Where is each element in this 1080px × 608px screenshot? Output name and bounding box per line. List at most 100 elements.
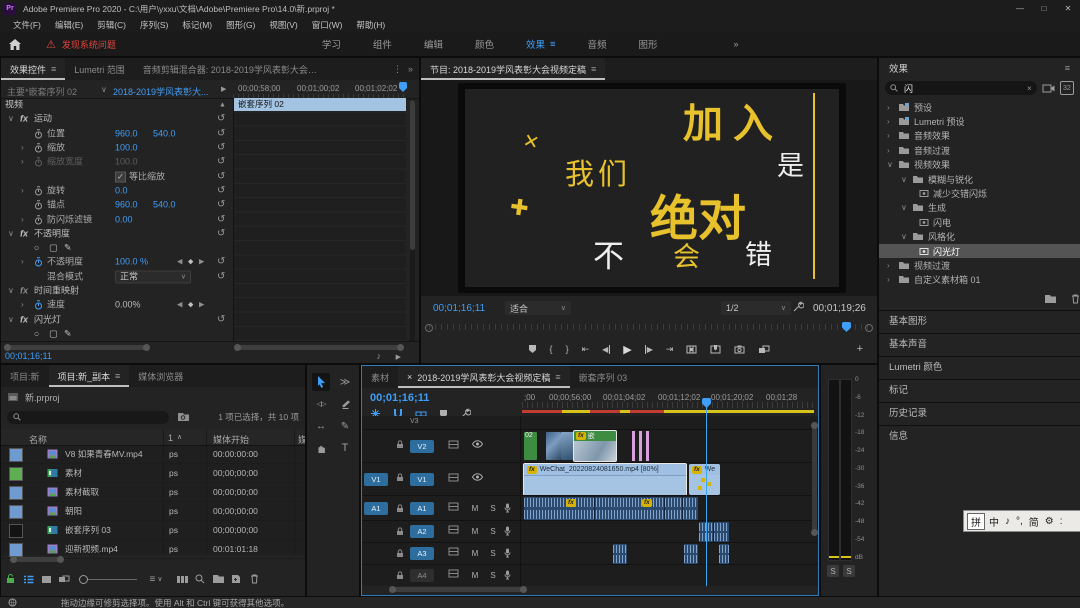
sequence-dropdown-icon[interactable]: ∨ (101, 85, 107, 94)
sync-lock-icon[interactable] (448, 569, 459, 578)
playback-resolution-dropdown[interactable]: 1/2∨ (721, 301, 791, 315)
timeline-playhead[interactable] (706, 404, 707, 586)
sync-lock-icon[interactable] (448, 440, 459, 449)
panel-overflow-icon[interactable]: » (408, 64, 413, 74)
solo-button[interactable]: S (486, 569, 500, 581)
value-x[interactable]: 960.0 (115, 129, 138, 138)
mute-button[interactable]: M (468, 525, 482, 537)
ec-timeline-scrollbar[interactable] (237, 345, 401, 350)
selection-tool[interactable] (312, 373, 330, 391)
project-search-box[interactable] (7, 411, 169, 424)
side-panel-header[interactable]: Lumetri 颜色 (879, 356, 1080, 379)
twirl-icon[interactable]: ∨ (901, 203, 908, 212)
writable-lock-icon[interactable] (1, 570, 19, 588)
twirl-icon[interactable]: › (887, 146, 894, 155)
voiceover-mic-icon[interactable] (504, 503, 511, 513)
ec-group-time-remap[interactable]: ∨ fx 时间重映射 (1, 284, 233, 298)
ime-item[interactable]: : (1058, 516, 1065, 527)
button-editor-plus-icon[interactable]: + (857, 343, 863, 355)
value-x[interactable]: 960.0 (115, 201, 138, 210)
effects-search-box[interactable]: × (885, 81, 1037, 95)
reset-icon[interactable]: ↺ (217, 186, 225, 196)
tab-sequence-main[interactable]: × 2018-2019学风表彰大会视频定稿 ≡ (398, 366, 570, 388)
clip-a3-audio[interactable] (684, 544, 698, 564)
twirl-icon[interactable]: ∨ (8, 115, 14, 123)
clear-search-icon[interactable]: × (1027, 84, 1032, 93)
program-timecode[interactable]: 00;01;16;11 (433, 303, 485, 314)
menu-item[interactable]: 标记(M) (175, 19, 219, 31)
clip-v2-thumbnail[interactable] (546, 432, 561, 460)
reset-icon[interactable]: ↺ (217, 315, 225, 325)
label-color-chip[interactable] (9, 543, 23, 557)
ec-row-scale[interactable]: › 缩放 100.0 ↺ (1, 141, 233, 155)
tab-media-browser[interactable]: 媒体浏览器 (129, 365, 192, 387)
reset-icon[interactable]: ↺ (217, 114, 225, 124)
workspace-tab-color[interactable]: 颜色 (459, 32, 510, 56)
tree-bin-audio-transitions[interactable]: ›音频过渡 (879, 143, 1080, 157)
prev-keyframe-icon[interactable]: ◀ (177, 259, 182, 266)
sequence-name-link[interactable]: 2018-2019学风表彰大... (113, 85, 209, 98)
add-keyframe-icon[interactable]: ◆ (188, 302, 193, 309)
ime-item[interactable]: ♪ (1003, 516, 1012, 527)
voiceover-mic-icon[interactable] (504, 526, 511, 536)
column-sort-number[interactable]: 1 (168, 433, 173, 443)
ec-vertical-scrollbar[interactable] (410, 98, 415, 342)
workspace-menu-icon[interactable]: ≡ (550, 39, 556, 50)
reset-icon[interactable]: ↺ (217, 129, 225, 139)
menu-item[interactable]: 序列(S) (133, 19, 175, 31)
reset-icon[interactable]: ↺ (217, 215, 225, 225)
play-button-icon[interactable]: ▶ (623, 343, 631, 356)
timeline-horizontal-scrollbar[interactable] (392, 587, 524, 592)
project-horizontal-scrollbar[interactable] (13, 557, 61, 562)
reset-icon[interactable]: ↺ (217, 143, 225, 153)
ruler-zoom-handle-right[interactable] (865, 324, 873, 332)
side-panel-header[interactable]: 基本图形 (879, 310, 1080, 333)
twirl-icon[interactable]: › (21, 187, 24, 195)
workspace-tab-audio[interactable]: 音频 (572, 32, 623, 56)
ec-row-opacity-value[interactable]: › 不透明度 100.0 % ◀ ◆ ▶ ↺ (1, 255, 233, 269)
play-audio-icon[interactable]: ♪ (377, 351, 382, 361)
ripple-edit-tool[interactable]: ◁▷ (312, 395, 330, 413)
reset-icon[interactable]: ↺ (217, 257, 225, 267)
clip-play-toggle-icon[interactable]: ▶ (221, 85, 226, 93)
ime-item[interactable]: ⚙ (1043, 516, 1056, 527)
solo-button[interactable]: S (486, 525, 500, 537)
tree-bin-lumetri-presets[interactable]: ›Lumetri 预设 (879, 114, 1080, 128)
clip-a3-audio[interactable] (719, 544, 729, 564)
zoom-slider[interactable] (79, 575, 137, 584)
clip-v2-pink-stripes[interactable] (632, 431, 650, 461)
track-target-a2[interactable]: A2 (410, 525, 434, 538)
ec-row-speed[interactable]: › 速度 0.00% ◀ ◆ ▶ (1, 298, 233, 312)
tree-bin-stylize[interactable]: ∨风格化 (879, 230, 1080, 244)
step-forward-icon[interactable]: ▶ (645, 345, 653, 354)
uniform-scale-checkbox[interactable]: ✓ (115, 171, 126, 182)
twirl-icon[interactable]: › (887, 261, 894, 270)
twirl-icon[interactable]: › (21, 144, 24, 152)
ec-row-uniform-scale[interactable]: ✓ 等比缩放 ↺ (1, 169, 233, 183)
clip-a1-audio[interactable]: fx fx (524, 497, 698, 520)
clip-v2-nested-selected[interactable]: fx 嵌 (574, 431, 616, 461)
panel-menu-icon[interactable]: ≡ (591, 64, 596, 74)
workspace-tab-effects[interactable]: 效果≡ (510, 32, 572, 56)
twirl-icon[interactable]: ∨ (887, 160, 894, 169)
icon-view-icon[interactable] (37, 570, 55, 588)
home-icon[interactable] (6, 35, 24, 53)
mute-button[interactable]: M (468, 569, 482, 581)
value[interactable]: 0.0 (115, 186, 128, 195)
sync-lock-icon[interactable] (448, 502, 459, 511)
stopwatch-icon[interactable] (34, 143, 43, 153)
ec-horizontal-scrollbar[interactable] (7, 345, 147, 350)
ec-row-scale-width[interactable]: › 缩放宽度 100.0 ↺ (1, 155, 233, 169)
goto-in-icon[interactable]: ⇤ (582, 344, 590, 355)
item-name[interactable]: 嵌套序列 03 (65, 524, 111, 536)
ec-row-blend-mode[interactable]: 混合模式 正常 ∨ ↺ (1, 270, 233, 284)
ec-playhead-marker[interactable] (399, 82, 407, 92)
timeline-ruler-ticks[interactable] (522, 402, 814, 408)
panel-menu-icon[interactable]: ≡ (115, 371, 120, 381)
item-name[interactable]: 素材截取 (65, 486, 99, 498)
stopwatch-icon[interactable] (34, 215, 43, 225)
add-marker-icon[interactable] (528, 344, 537, 354)
twirl-icon[interactable]: ∨ (901, 232, 908, 241)
track-target-a4[interactable]: A4 (410, 569, 434, 582)
ellipse-mask-icon[interactable]: ○ (34, 244, 39, 253)
